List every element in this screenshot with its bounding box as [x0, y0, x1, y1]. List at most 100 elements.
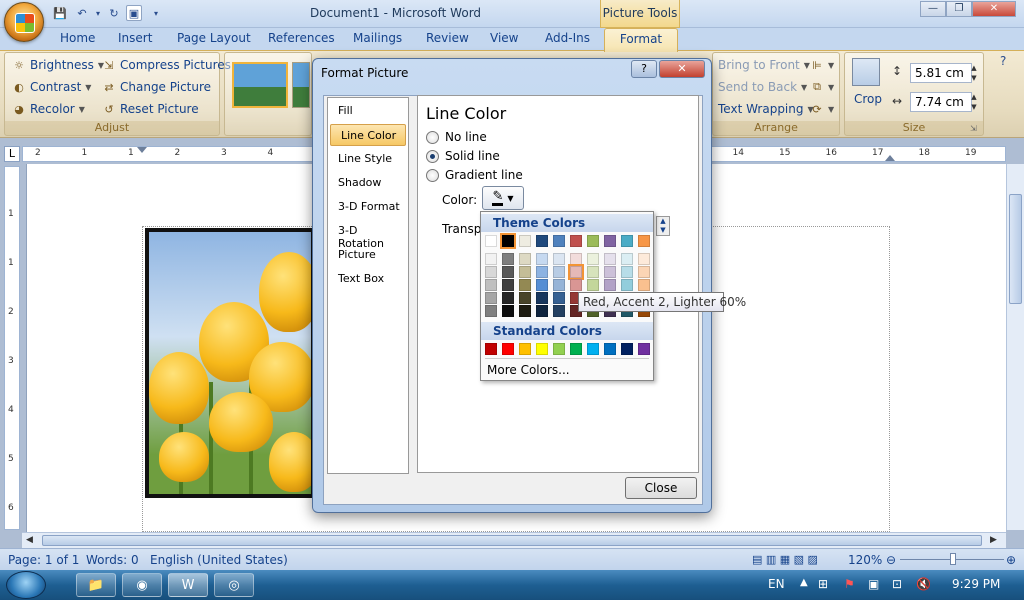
radio-button[interactable] [426, 149, 439, 163]
tab-selector[interactable]: L [4, 146, 20, 162]
scroll-thumb[interactable] [1009, 194, 1022, 304]
radio-no-line[interactable]: No line [426, 130, 487, 144]
theme-shade-swatch[interactable] [485, 253, 497, 265]
tray-icon[interactable]: ⊞ [818, 577, 828, 591]
crop-button[interactable]: Crop [854, 92, 882, 106]
theme-shade-swatch[interactable] [536, 266, 548, 278]
theme-shade-swatch[interactable] [587, 266, 599, 278]
tab-references[interactable]: References [268, 31, 335, 45]
tray-icon[interactable]: ▣ [868, 577, 879, 591]
reset-picture-button[interactable]: ↺ Reset Picture [102, 102, 198, 116]
crop-icon[interactable] [852, 58, 880, 86]
tab-review[interactable]: Review [426, 31, 469, 45]
theme-shade-swatch[interactable] [621, 253, 633, 265]
theme-shade-swatch[interactable] [519, 253, 531, 265]
theme-shade-swatch[interactable] [536, 305, 548, 317]
theme-shade-swatch[interactable] [604, 253, 616, 265]
zoom-out-icon[interactable]: ⊖ [886, 553, 896, 567]
contrast-button[interactable]: ◐ Contrast ▼ [12, 80, 91, 94]
height-field[interactable]: 5.81 cm [910, 63, 972, 83]
picture-style-thumb[interactable] [292, 62, 310, 108]
clock[interactable]: 9:29 PM [952, 577, 1000, 591]
align-icon[interactable]: ⊫ ▼ [810, 58, 834, 72]
change-picture-button[interactable]: ⇄ Change Picture [102, 80, 211, 94]
width-spinner[interactable]: ▲ ▼ [968, 92, 980, 112]
transparency-spinner[interactable]: ▲ ▼ [656, 216, 670, 236]
theme-shade-swatch[interactable] [519, 279, 531, 291]
dialog-help-button[interactable]: ? [631, 60, 657, 78]
theme-shade-swatch[interactable] [502, 305, 514, 317]
theme-shade-swatch[interactable] [502, 292, 514, 304]
tab-view[interactable]: View [490, 31, 518, 45]
tab-page-layout[interactable]: Page Layout [177, 31, 251, 45]
tab-add-ins[interactable]: Add-Ins [545, 31, 590, 45]
tab-insert[interactable]: Insert [118, 31, 152, 45]
explorer-icon[interactable]: 📁 [76, 573, 116, 597]
size-dialog-launcher-icon[interactable]: ⇲ [970, 124, 977, 133]
standard-color-swatch[interactable] [553, 343, 565, 355]
theme-shade-swatch[interactable] [553, 305, 565, 317]
theme-color-swatch[interactable] [587, 235, 599, 247]
theme-shade-swatch[interactable] [519, 305, 531, 317]
volume-icon[interactable]: 🔇 [916, 577, 931, 591]
tab-format[interactable]: Format [604, 28, 678, 52]
undo-icon[interactable]: ↶ [74, 5, 90, 21]
text-wrapping-button[interactable]: Text Wrapping ▼ [718, 102, 814, 116]
standard-color-swatch[interactable] [502, 343, 514, 355]
tray-arrow-icon[interactable]: ▲ [800, 577, 808, 588]
theme-shade-swatch[interactable] [604, 279, 616, 291]
standard-color-swatch[interactable] [604, 343, 616, 355]
zoom-level[interactable]: 120% [848, 553, 882, 567]
nav-item-shadow[interactable]: Shadow [328, 172, 406, 194]
theme-shade-swatch[interactable] [536, 253, 548, 265]
help-icon[interactable]: ? [1000, 54, 1006, 68]
theme-shade-swatch[interactable] [553, 253, 565, 265]
vertical-ruler[interactable]: 1 1 2 3 4 5 6 [4, 166, 20, 530]
theme-shade-swatch[interactable] [502, 279, 514, 291]
theme-shade-swatch[interactable] [638, 279, 650, 291]
undo-dropdown-icon[interactable]: ▾ [90, 5, 106, 21]
page-count[interactable]: Page: 1 of 1 [8, 553, 79, 567]
theme-color-swatch[interactable] [485, 235, 497, 247]
action-center-icon[interactable]: ⚑ [844, 577, 855, 591]
start-button[interactable] [6, 571, 46, 599]
theme-shade-swatch[interactable] [553, 266, 565, 278]
office-button[interactable] [4, 2, 44, 42]
picture-style-thumb[interactable] [232, 62, 288, 108]
theme-shade-swatch[interactable] [485, 279, 497, 291]
tulip-picture[interactable] [145, 228, 315, 498]
theme-shade-swatch[interactable] [587, 279, 599, 291]
standard-color-swatch[interactable] [536, 343, 548, 355]
theme-shade-swatch[interactable] [502, 253, 514, 265]
standard-color-swatch[interactable] [519, 343, 531, 355]
width-field[interactable]: 7.74 cm [910, 92, 972, 112]
standard-color-swatch[interactable] [638, 343, 650, 355]
radio-solid-line[interactable]: Solid line [426, 149, 500, 163]
app-icon[interactable]: ◎ [214, 573, 254, 597]
theme-color-swatch[interactable] [553, 235, 565, 247]
radio-button[interactable] [426, 130, 439, 144]
zoom-in-icon[interactable]: ⊕ [1006, 553, 1016, 567]
view-buttons-icon[interactable]: ▤ ▥ ▦ ▧ ▨ [752, 553, 818, 566]
radio-gradient-line[interactable]: Gradient line [426, 168, 523, 182]
theme-color-swatch[interactable] [536, 235, 548, 247]
theme-shade-swatch[interactable] [485, 266, 497, 278]
minimize-button[interactable]: — [920, 1, 946, 17]
theme-shade-swatch[interactable] [519, 292, 531, 304]
dialog-close-icon[interactable]: ✕ [659, 60, 705, 78]
theme-shade-swatch[interactable] [519, 266, 531, 278]
language-status[interactable]: English (United States) [150, 553, 288, 567]
nav-item-text-box[interactable]: Text Box [328, 268, 406, 290]
scroll-left-icon[interactable]: ◀ [26, 535, 33, 545]
customize-qat-icon[interactable]: ▾ [148, 5, 164, 21]
height-spinner[interactable]: ▲ ▼ [968, 63, 980, 83]
radio-button[interactable] [426, 168, 439, 182]
theme-shade-swatch[interactable] [485, 305, 497, 317]
theme-color-swatch[interactable] [500, 233, 516, 249]
theme-shade-swatch[interactable] [553, 292, 565, 304]
theme-shade-swatch[interactable] [553, 279, 565, 291]
theme-color-swatch[interactable] [621, 235, 633, 247]
zoom-slider-thumb[interactable] [950, 553, 956, 565]
right-indent-marker[interactable] [885, 155, 895, 161]
more-colors-link[interactable]: More Colors... [487, 363, 570, 377]
